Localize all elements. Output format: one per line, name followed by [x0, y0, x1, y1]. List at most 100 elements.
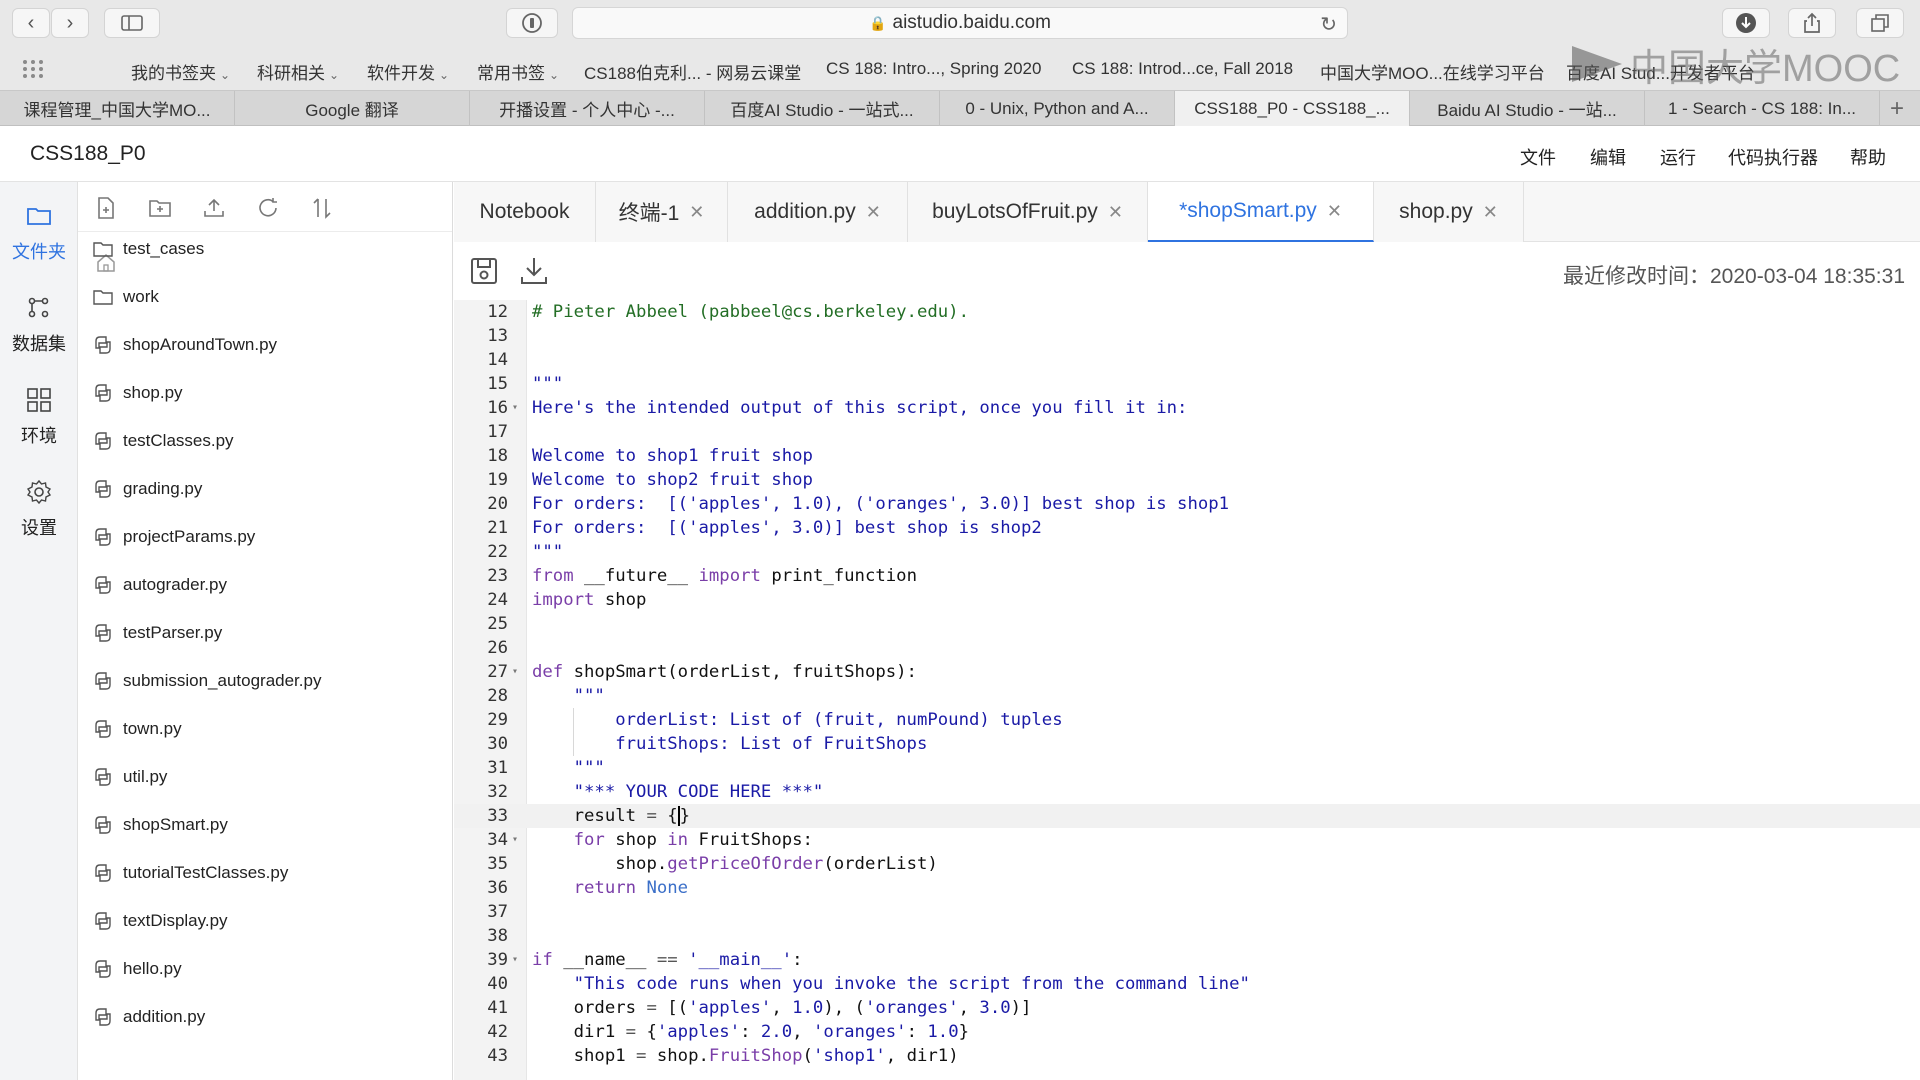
editor-tab-buylotsoffruit[interactable]: buyLotsOfFruit.py ✕	[908, 182, 1148, 242]
refresh-icon[interactable]	[256, 196, 280, 220]
browser-tab[interactable]: 1 - Search - CS 188: In...	[1645, 91, 1880, 126]
file-item[interactable]: submission_autograder.py	[92, 666, 321, 696]
code-token: {	[636, 1022, 657, 1042]
file-item[interactable]: testClasses.py	[92, 426, 234, 456]
new-tab-button[interactable]: +	[1880, 91, 1914, 126]
rail-item-settings[interactable]: 设置	[0, 478, 78, 540]
share-button[interactable]	[1788, 8, 1836, 38]
address-bar[interactable]: 🔒 aistudio.baidu.com ↻	[572, 7, 1348, 39]
file-item[interactable]: town.py	[92, 714, 182, 744]
line-number: 41	[487, 998, 508, 1018]
editor-tab-addition[interactable]: addition.py ✕	[728, 182, 908, 242]
code-token: __name__	[552, 950, 657, 970]
indent-guide	[573, 708, 574, 756]
close-icon[interactable]: ✕	[866, 202, 881, 223]
bookmark-link[interactable]: CS 188: Intro..., Spring 2020	[826, 59, 1041, 79]
fold-arrow-icon[interactable]: ▾	[512, 396, 518, 420]
bookmark-folder[interactable]: 科研相关 ⌄	[257, 59, 339, 84]
code-token: from	[532, 566, 574, 586]
reload-icon[interactable]: ↻	[1320, 12, 1337, 37]
fold-arrow-icon[interactable]: ▾	[512, 660, 518, 684]
file-toolbar	[78, 182, 452, 232]
file-item[interactable]: hello.py	[92, 954, 182, 984]
forward-button[interactable]: ›	[51, 8, 89, 38]
python-file-icon	[95, 816, 111, 834]
close-icon[interactable]: ✕	[1108, 202, 1123, 223]
menu-edit[interactable]: 编辑	[1590, 144, 1626, 170]
file-item[interactable]: testParser.py	[92, 618, 222, 648]
rail-item-folder[interactable]: 文件夹	[0, 202, 78, 264]
browser-tab[interactable]: 课程管理_中国大学MO...	[0, 91, 235, 126]
line-number: 22	[487, 542, 508, 562]
line-number: 39	[487, 950, 508, 970]
menu-kernel[interactable]: 代码执行器	[1728, 144, 1818, 170]
back-button[interactable]: ‹	[12, 8, 50, 38]
code-token: =	[625, 1022, 637, 1042]
browser-tab[interactable]: Google 翻译	[235, 91, 470, 126]
file-item[interactable]: tutorialTestClasses.py	[92, 858, 288, 888]
editor-tab-notebook[interactable]: Notebook	[454, 182, 596, 242]
file-item[interactable]: shop.py	[92, 378, 183, 408]
folder-item[interactable]: work	[92, 282, 159, 312]
downloads-button[interactable]	[1722, 8, 1770, 38]
download-icon[interactable]	[518, 255, 550, 287]
browser-tab[interactable]: Baidu AI Studio - 一站...	[1410, 91, 1645, 126]
editor-tab-shopsmart[interactable]: *shopSmart.py ✕	[1148, 182, 1374, 242]
file-item[interactable]: autograder.py	[92, 570, 227, 600]
file-item[interactable]: addition.py	[92, 1002, 205, 1032]
browser-tab-active[interactable]: CSS188_P0 - CSS188_...	[1175, 91, 1410, 126]
browser-tab[interactable]: 百度AI Studio - 一站式...	[705, 91, 940, 126]
code-line: 34 ▾ for shop in FruitShops:	[454, 828, 1920, 852]
upload-icon[interactable]	[202, 196, 226, 220]
file-name: addition.py	[123, 1007, 206, 1026]
bookmark-link[interactable]: CS188伯克利... - 网易云课堂	[584, 59, 801, 84]
browser-tab[interactable]: 开播设置 - 个人中心 -...	[470, 91, 705, 126]
file-item[interactable]: shopAroundTown.py	[92, 330, 277, 360]
line-number: 13	[487, 326, 508, 346]
password-manager-button[interactable]	[506, 8, 558, 38]
code-line: 20 For orders: [('apples', 1.0), ('orange…	[454, 492, 1920, 516]
menu-file[interactable]: 文件	[1520, 144, 1556, 170]
code-line: 35 shop.getPriceOfOrder(orderList)	[454, 852, 1920, 876]
close-icon[interactable]: ✕	[689, 202, 704, 223]
python-file-icon	[95, 336, 111, 354]
file-item[interactable]: textDisplay.py	[92, 906, 228, 936]
tabs-icon	[1871, 14, 1889, 32]
bookmark-link[interactable]: CS 188: Introd...ce, Fall 2018	[1072, 59, 1293, 79]
bookmark-link[interactable]: 中国大学MOO...在线学习平台	[1320, 59, 1545, 84]
file-item[interactable]: util.py	[92, 762, 167, 792]
code-editor[interactable]: 12 # Pieter Abbeel (pabbeel@cs.berkeley.e…	[454, 300, 1920, 1080]
code-line: 29 orderList: List of (fruit, numPound) …	[454, 708, 1920, 732]
editor-tab-terminal[interactable]: 终端-1 ✕	[596, 182, 728, 242]
code-token: import	[698, 566, 761, 586]
close-icon[interactable]: ✕	[1483, 202, 1498, 223]
editor-area: Notebook 终端-1 ✕ addition.py ✕ buyLotsOfFru…	[454, 182, 1920, 1080]
python-file-icon	[95, 528, 111, 546]
bookmark-folder[interactable]: 常用书签 ⌄	[477, 59, 559, 84]
tab-overview-button[interactable]	[1856, 8, 1904, 38]
fold-arrow-icon[interactable]: ▾	[512, 948, 518, 972]
folder-item[interactable]: test_cases	[92, 234, 204, 264]
sort-icon[interactable]	[310, 196, 334, 220]
code-token: result	[532, 806, 647, 826]
file-item[interactable]: projectParams.py	[92, 522, 255, 552]
line-number: 34	[487, 830, 508, 850]
rail-item-dataset[interactable]: 数据集	[0, 294, 78, 356]
new-file-icon[interactable]	[94, 196, 118, 220]
menu-help[interactable]: 帮助	[1850, 144, 1886, 170]
bookmark-folder[interactable]: 我的书签夹 ⌄	[131, 59, 230, 84]
fold-arrow-icon[interactable]: ▾	[512, 828, 518, 852]
save-icon[interactable]	[468, 255, 500, 287]
bookmark-folder[interactable]: 软件开发 ⌄	[367, 59, 449, 84]
rail-item-environment[interactable]: 环境	[0, 386, 78, 448]
editor-tab-shop[interactable]: shop.py ✕	[1374, 182, 1524, 242]
close-icon[interactable]: ✕	[1327, 201, 1342, 222]
apps-grid-icon[interactable]	[22, 59, 44, 79]
file-item[interactable]: grading.py	[92, 474, 202, 504]
browser-tab[interactable]: 0 - Unix, Python and A...	[940, 91, 1175, 126]
sidebar-toggle-button[interactable]	[104, 8, 160, 38]
menu-run[interactable]: 运行	[1660, 144, 1696, 170]
new-folder-icon[interactable]	[148, 196, 172, 220]
file-item[interactable]: shopSmart.py	[92, 810, 228, 840]
